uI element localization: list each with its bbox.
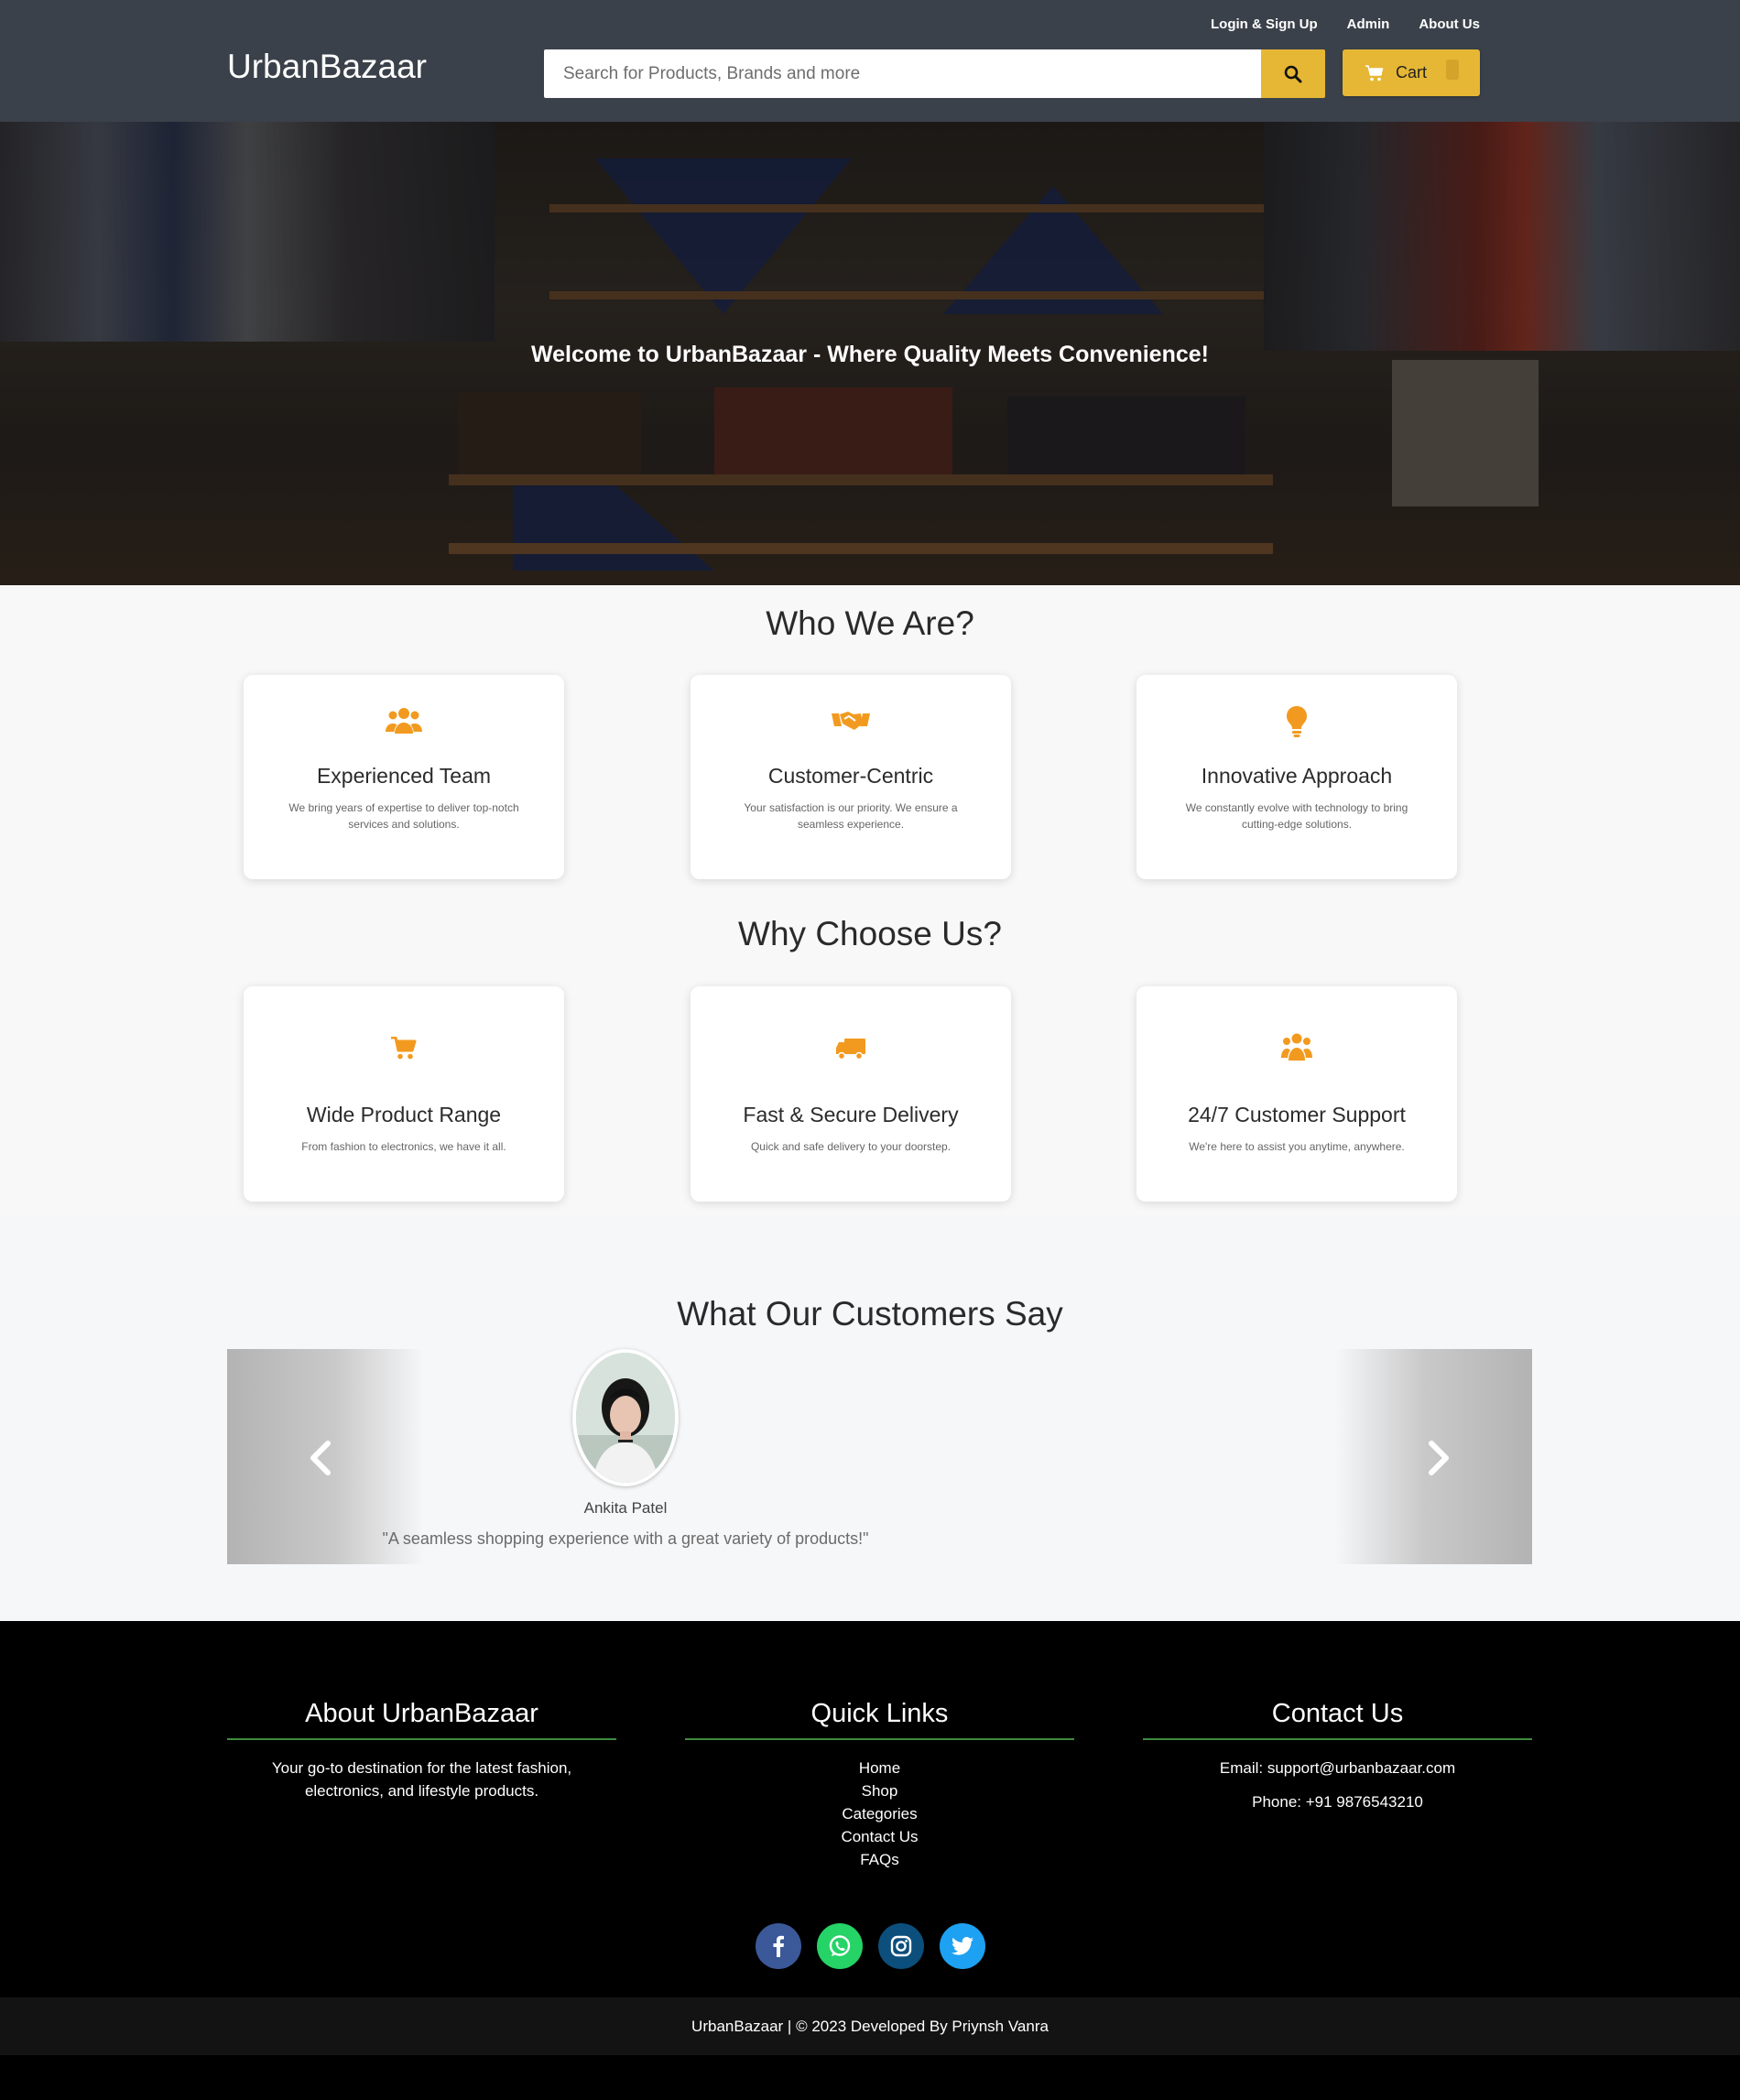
admin-link[interactable]: Admin bbox=[1347, 16, 1390, 32]
feature-card: 24/7 Customer Support We're here to assi… bbox=[1136, 986, 1457, 1202]
instagram-button[interactable] bbox=[877, 1923, 924, 1969]
hero-title: Welcome to UrbanBazaar - Where Quality M… bbox=[530, 342, 1209, 367]
card-icon-wrap bbox=[244, 706, 564, 735]
search-button[interactable] bbox=[1261, 49, 1325, 98]
customer-photo bbox=[576, 1353, 675, 1483]
top-nav: Login & Sign Up Admin About Us bbox=[1211, 16, 1480, 32]
testimonial-quote: "A seamless shopping experience with a g… bbox=[382, 1529, 869, 1548]
support-icon bbox=[1281, 1033, 1312, 1061]
social-links bbox=[0, 1923, 1740, 1969]
footer-link-categories[interactable]: Categories bbox=[685, 1802, 1074, 1825]
footer-about-title: About UrbanBazaar bbox=[227, 1699, 616, 1740]
card-title: Experienced Team bbox=[316, 764, 492, 788]
footer-link-contact[interactable]: Contact Us bbox=[685, 1825, 1074, 1848]
footer-link-faqs[interactable]: FAQs bbox=[685, 1848, 1074, 1871]
card-text: We bring years of expertise to deliver t… bbox=[288, 801, 519, 831]
chevron-left-icon bbox=[310, 1441, 331, 1475]
footer-link-home[interactable]: Home bbox=[685, 1757, 1074, 1779]
card-title: Innovative Approach bbox=[1201, 764, 1393, 788]
footer-quick-links: Quick Links Home Shop Categories Contact… bbox=[685, 1699, 1074, 1871]
whatsapp-button[interactable] bbox=[816, 1923, 863, 1969]
card-title: Customer-Centric bbox=[767, 764, 934, 788]
cart-count-badge bbox=[1446, 60, 1459, 80]
twitter-icon bbox=[951, 1937, 973, 1955]
search-input[interactable] bbox=[544, 49, 1261, 98]
handshake-icon bbox=[832, 712, 870, 730]
feature-card: Fast & Secure Delivery Quick and safe de… bbox=[691, 986, 1011, 1202]
users-icon bbox=[386, 708, 422, 734]
testimonials-title: What Our Customers Say bbox=[677, 1295, 1063, 1333]
feature-card: Experienced Team We bring years of exper… bbox=[244, 675, 564, 879]
feature-card: Customer-Centric Your satisfaction is ou… bbox=[691, 675, 1011, 879]
card-title: Wide Product Range bbox=[306, 1103, 502, 1126]
footer-links-title: Quick Links bbox=[685, 1699, 1074, 1740]
lightbulb-icon bbox=[1287, 706, 1307, 737]
about-us-link[interactable]: About Us bbox=[1419, 16, 1480, 32]
footer-about-text: Your go-to destination for the latest fa… bbox=[271, 1759, 572, 1800]
instagram-icon bbox=[890, 1935, 911, 1957]
search-bar bbox=[544, 49, 1325, 98]
footer-link-shop[interactable]: Shop bbox=[685, 1779, 1074, 1802]
login-signup-link[interactable]: Login & Sign Up bbox=[1211, 16, 1318, 32]
cart-icon bbox=[391, 1037, 417, 1060]
card-icon-wrap bbox=[1136, 1033, 1457, 1062]
truck-icon bbox=[836, 1039, 865, 1061]
site-logo[interactable]: UrbanBazaar bbox=[227, 48, 427, 86]
card-text: From fashion to electronics, we have it … bbox=[301, 1140, 506, 1153]
card-text: Your satisfaction is our priority. We en… bbox=[744, 801, 958, 831]
carousel-next-button[interactable] bbox=[1335, 1349, 1532, 1564]
cart-icon bbox=[1365, 64, 1384, 81]
footer-contact: Contact Us Email: support@urbanbazaar.co… bbox=[1143, 1699, 1532, 1824]
cart-button[interactable]: Cart bbox=[1343, 49, 1480, 96]
whatsapp-icon bbox=[829, 1935, 850, 1956]
facebook-button[interactable] bbox=[755, 1923, 801, 1969]
footer-contact-title: Contact Us bbox=[1143, 1699, 1532, 1740]
chevron-right-icon bbox=[1429, 1441, 1449, 1475]
card-icon-wrap bbox=[691, 1039, 1011, 1061]
feature-card: Wide Product Range From fashion to elect… bbox=[244, 986, 564, 1202]
why-choose-us-title: Why Choose Us? bbox=[738, 915, 1002, 952]
cart-label: Cart bbox=[1396, 63, 1428, 82]
card-icon-wrap bbox=[244, 1037, 564, 1061]
testimonial-name: Ankita Patel bbox=[583, 1499, 668, 1517]
copyright-bar: UrbanBazaar | © 2023 Developed By Priyns… bbox=[0, 1997, 1740, 2055]
footer-phone: Phone: +91 9876543210 bbox=[1252, 1793, 1423, 1811]
card-title: Fast & Secure Delivery bbox=[743, 1103, 959, 1126]
footer-email: Email: support@urbanbazaar.com bbox=[1219, 1759, 1456, 1777]
who-we-are-title: Who We Are? bbox=[766, 604, 974, 642]
card-icon-wrap bbox=[691, 710, 1011, 732]
hero-banner: Welcome to UrbanBazaar - Where Quality M… bbox=[0, 122, 1740, 585]
facebook-icon bbox=[773, 1935, 784, 1957]
feature-card: Innovative Approach We constantly evolve… bbox=[1136, 675, 1457, 879]
card-text: Quick and safe delivery to your doorstep… bbox=[750, 1140, 952, 1153]
footer-about: About UrbanBazaar Your go-to destination… bbox=[227, 1699, 616, 1802]
twitter-button[interactable] bbox=[939, 1923, 985, 1969]
avatar bbox=[572, 1349, 679, 1486]
card-text: We're here to assist you anytime, anywhe… bbox=[1189, 1140, 1405, 1153]
site-header: Login & Sign Up Admin About Us UrbanBaza… bbox=[0, 0, 1740, 122]
card-text: We constantly evolve with technology to … bbox=[1185, 801, 1408, 831]
card-title: 24/7 Customer Support bbox=[1188, 1103, 1406, 1126]
card-icon-wrap bbox=[1136, 706, 1457, 737]
search-icon bbox=[1284, 65, 1302, 82]
